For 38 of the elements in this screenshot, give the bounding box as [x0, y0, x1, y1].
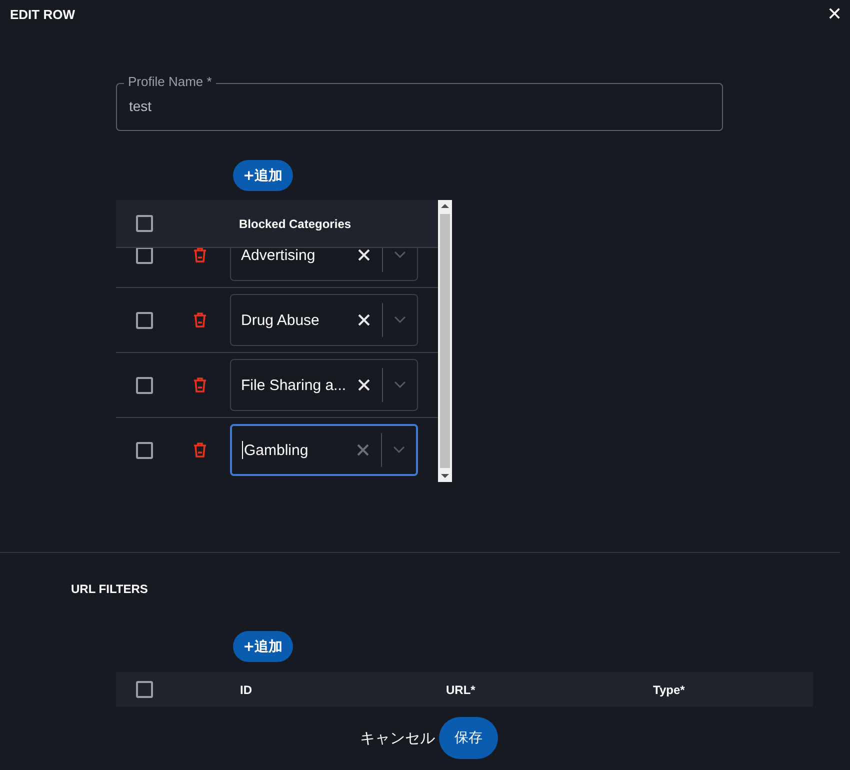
column-header: Blocked Categories — [239, 216, 352, 230]
trash-icon[interactable] — [193, 442, 207, 458]
chevron-down-icon[interactable] — [394, 316, 406, 324]
field-label: Profile Name * — [124, 74, 216, 89]
trash-icon[interactable] — [193, 312, 207, 328]
save-button[interactable]: 保存 — [439, 717, 498, 759]
section-title: URL FILTERS — [71, 582, 149, 596]
column-header: Type* — [653, 682, 685, 696]
chevron-down-icon[interactable] — [394, 381, 406, 389]
cancel-button[interactable]: キャンセル — [360, 728, 435, 748]
category-select[interactable]: File Sharing a... — [230, 359, 418, 411]
add-button[interactable]: +追加 — [233, 631, 293, 662]
chevron-down-icon[interactable] — [393, 446, 405, 454]
select-value: Drug Abuse — [240, 312, 320, 328]
row-checkbox[interactable] — [136, 442, 153, 458]
row-checkbox[interactable] — [136, 248, 153, 264]
field-value[interactable]: test — [129, 98, 689, 114]
category-select[interactable]: Drug Abuse — [230, 294, 418, 346]
close-button[interactable]: ✕ — [827, 4, 842, 24]
dialog-title: EDIT ROW — [10, 6, 75, 22]
column-header: URL* — [446, 682, 476, 696]
category-select[interactable]: Gambling — [230, 424, 418, 476]
select-value: Gambling — [241, 441, 310, 459]
column-header: ID — [240, 682, 252, 696]
add-button[interactable]: +追加 — [233, 160, 293, 191]
select-all-checkbox[interactable] — [136, 681, 153, 698]
select-value: File Sharing a... — [240, 376, 348, 394]
scroll-down-icon[interactable] — [441, 473, 449, 479]
category-select[interactable]: Advertising — [230, 248, 418, 281]
row-checkbox[interactable] — [136, 312, 153, 328]
select-all-checkbox[interactable] — [136, 215, 153, 232]
trash-icon[interactable] — [193, 377, 207, 393]
scroll-up-icon[interactable] — [441, 203, 449, 209]
chevron-down-icon[interactable] — [394, 251, 406, 259]
scrollbar[interactable] — [438, 200, 452, 482]
trash-icon[interactable] — [193, 248, 207, 263]
select-value: Advertising — [240, 248, 316, 264]
row-checkbox[interactable] — [136, 376, 153, 394]
